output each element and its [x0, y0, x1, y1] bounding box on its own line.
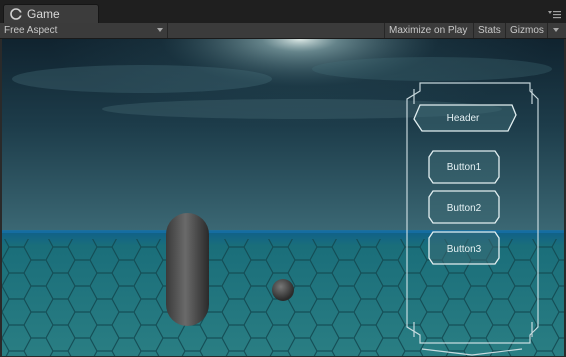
button-3[interactable]: Button3 [428, 231, 500, 265]
button-1[interactable]: Button1 [428, 150, 500, 184]
stats-toggle[interactable]: Stats [473, 23, 505, 38]
cloud [12, 65, 272, 93]
sphere-object [272, 279, 294, 301]
maximize-label: Maximize on Play [389, 25, 468, 36]
header-label: Header [447, 113, 480, 124]
button-3-label: Button3 [447, 244, 482, 255]
aspect-label: Free Aspect [4, 25, 58, 36]
scene-render: Header Button1 Button2 Button3 [2, 39, 564, 356]
tab-menu-icon[interactable] [548, 10, 562, 20]
game-toolbar: Free Aspect Maximize on Play Stats Gizmo… [0, 23, 566, 39]
game-viewport[interactable]: Header Button1 Button2 Button3 [2, 39, 564, 356]
button-2[interactable]: Button2 [428, 190, 500, 224]
tab-title: Game [27, 7, 60, 21]
gizmos-toggle[interactable]: Gizmos [505, 23, 547, 38]
stats-label: Stats [478, 25, 501, 36]
tab-bar: Game [0, 0, 566, 23]
tab-game[interactable]: Game [3, 4, 99, 23]
chevron-down-icon [157, 28, 163, 32]
cloud [312, 57, 552, 81]
unity-icon [10, 8, 22, 20]
gizmos-label: Gizmos [510, 25, 544, 36]
aspect-dropdown[interactable]: Free Aspect [0, 23, 168, 38]
game-window: Game Free Aspect Maximize on Play Stats … [0, 0, 566, 357]
button-2-label: Button2 [447, 203, 482, 214]
header-button[interactable]: Header [413, 104, 517, 132]
capsule-object [166, 213, 209, 326]
button-1-label: Button1 [447, 162, 482, 173]
gizmos-dropdown-arrow[interactable] [547, 23, 566, 38]
maximize-on-play-toggle[interactable]: Maximize on Play [384, 23, 473, 38]
